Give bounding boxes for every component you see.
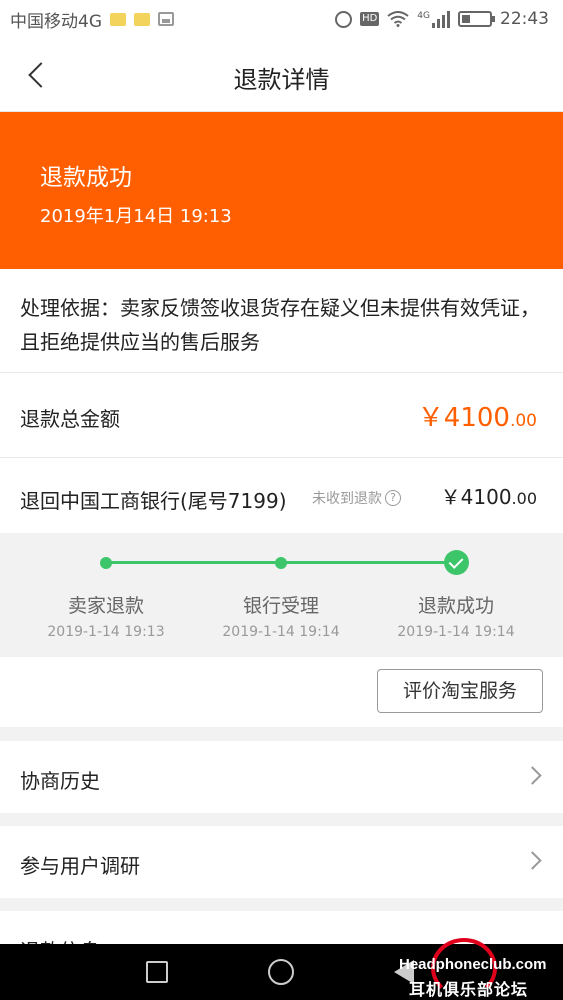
step-time: 2019-1-14 19:14: [397, 624, 515, 640]
refund-status-time: 2019年1月14日 19:13: [40, 206, 232, 227]
progress-dot-1: [100, 557, 112, 569]
bank-refund-row: 退回中国工商银行(尾号7199) 未收到退款 ? ￥4100.00: [0, 458, 563, 533]
watermark-forum: 耳机俱乐部论坛: [409, 980, 529, 999]
progress-step-3: 退款成功 2019-1-14 19:14: [371, 591, 541, 640]
status-right: HD 4G 22:43: [335, 9, 549, 29]
step-time: 2019-1-14 19:13: [47, 624, 165, 640]
total-amount-value: ￥4100.00: [418, 397, 537, 434]
menu-item-negotiation-history[interactable]: 协商历史: [0, 741, 563, 813]
step-time: 2019-1-14 19:14: [222, 624, 340, 640]
refund-progress: 卖家退款 2019-1-14 19:13 银行受理 2019-1-14 19:1…: [0, 533, 563, 657]
reason-section: 处理依据：卖家反馈签收退货存在疑义但未提供有效凭证，且拒绝提供应当的售后服务: [0, 269, 563, 373]
clock: 22:43: [500, 9, 549, 29]
refund-status-title: 退款成功: [40, 165, 132, 191]
evaluate-section: 评价淘宝服务: [0, 657, 563, 727]
not-received-label: 未收到退款: [312, 491, 382, 507]
carrier-label: 中国移动4G: [10, 11, 102, 32]
check-icon: [444, 550, 469, 575]
watermark-site: Headphoneclub.com: [399, 956, 547, 973]
screen: 中国移动4G HD 4G 22:43 退款详情 退款成功 2019年1月14日 …: [0, 0, 563, 1000]
battery-icon: [458, 11, 495, 27]
wifi-icon: [387, 11, 409, 27]
home-circle-icon[interactable]: [268, 959, 294, 985]
network-label: 4G: [417, 10, 430, 21]
not-received-link[interactable]: 未收到退款 ?: [312, 488, 401, 508]
help-icon: ?: [385, 490, 401, 506]
progress-step-1: 卖家退款 2019-1-14 19:13: [21, 591, 191, 640]
evaluate-service-button[interactable]: 评价淘宝服务: [377, 669, 543, 713]
progress-dot-2: [275, 557, 287, 569]
alarm-icon: [335, 10, 353, 28]
step-label: 银行受理: [242, 595, 319, 617]
bank-amount-decimal: .00: [511, 489, 537, 508]
hd-icon: HD: [360, 12, 380, 26]
step-label: 退款成功: [417, 595, 494, 617]
menu-item-user-research[interactable]: 参与用户调研: [0, 826, 563, 898]
menu-item-label: 参与用户调研: [20, 854, 140, 878]
watermark-logo: Headphoneclub.com 耳机俱乐部论坛: [399, 936, 559, 999]
bank-refund-amount: ￥4100.00: [441, 481, 537, 510]
recents-square-icon[interactable]: [146, 961, 168, 983]
page-title: 退款详情: [233, 66, 330, 94]
status-left: 中国移动4G: [10, 7, 174, 32]
total-amount-row: 退款总金额 ￥4100.00: [0, 373, 563, 458]
total-amount-label: 退款总金额: [20, 407, 120, 431]
total-amount-decimal: .00: [509, 411, 537, 431]
signal-icon: 4G: [417, 10, 450, 28]
gallery-icon: [158, 12, 174, 26]
status-bar: 中国移动4G HD 4G 22:43: [0, 0, 563, 38]
sim-card-2-icon: [134, 12, 150, 26]
reason-text: 处理依据：卖家反馈签收退货存在疑义但未提供有效凭证，且拒绝提供应当的售后服务: [20, 296, 540, 354]
refund-status-banner: 退款成功 2019年1月14日 19:13: [0, 112, 563, 269]
total-amount-main: ￥4100: [417, 403, 510, 433]
step-label: 卖家退款: [67, 595, 144, 617]
menu-item-label: 协商历史: [20, 769, 100, 793]
chevron-right-icon: [523, 766, 542, 785]
nav-bar: 退款详情: [0, 38, 563, 112]
chevron-right-icon: [523, 851, 542, 870]
bank-refund-label: 退回中国工商银行(尾号7199): [20, 489, 287, 513]
sim-card-icon: [110, 12, 126, 26]
progress-step-2: 银行受理 2019-1-14 19:14: [196, 591, 366, 640]
bank-amount-main: ￥4100: [440, 485, 512, 509]
